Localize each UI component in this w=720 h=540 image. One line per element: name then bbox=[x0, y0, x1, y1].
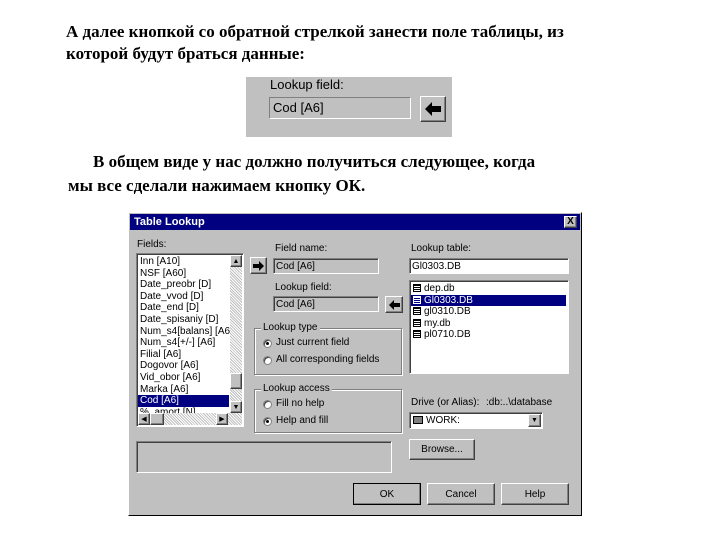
tables-list-item-label: pl0710.DB bbox=[424, 329, 471, 341]
field-name-label: Field name: bbox=[275, 243, 328, 254]
scroll-down-icon: ▼ bbox=[232, 403, 240, 411]
lookup-table-label: Lookup table: bbox=[411, 243, 472, 254]
table-icon bbox=[413, 318, 421, 327]
instruction-line-2: которой будут браться данные: bbox=[66, 44, 305, 63]
tables-list-item-label: dep.db bbox=[424, 283, 455, 294]
drive-alias-path: :db:..\database bbox=[486, 397, 553, 408]
close-icon: X bbox=[567, 216, 574, 227]
scroll-down-button[interactable]: ▼ bbox=[230, 401, 242, 413]
fields-list-item[interactable]: Date_vvod [D] bbox=[138, 291, 229, 303]
lookup-field-label-dialog: Lookup field: bbox=[275, 282, 332, 293]
scroll-left-icon: ◀ bbox=[141, 416, 147, 423]
lookup-field-snippet: Lookup field: Cod [A6] bbox=[246, 77, 452, 137]
fields-hscrollbar[interactable]: ◀ ▶ bbox=[138, 413, 242, 425]
fields-list-item[interactable]: Dogovor [A6] bbox=[138, 360, 229, 372]
lookup-field-arrow-button[interactable] bbox=[420, 96, 446, 122]
drive-icon bbox=[413, 416, 423, 424]
ok-button[interactable]: OK bbox=[353, 483, 421, 505]
fields-list-item[interactable]: Date_preobr [D] bbox=[138, 279, 229, 291]
ok-button-label: OK bbox=[379, 488, 395, 500]
cancel-button[interactable]: Cancel bbox=[427, 483, 495, 505]
tables-list-item-label: gl0310.DB bbox=[424, 306, 471, 318]
radio-just-current-field-label[interactable]: Just current field bbox=[276, 337, 349, 348]
lookup-type-group: Lookup type Just current field All corre… bbox=[254, 322, 402, 375]
fields-list-item[interactable]: Cod [A6] bbox=[138, 395, 229, 407]
left-arrow-icon bbox=[389, 299, 400, 310]
chevron-down-icon: ▼ bbox=[531, 417, 538, 424]
right-arrow-icon bbox=[252, 260, 264, 271]
lookup-access-title: Lookup access bbox=[261, 383, 332, 395]
drive-alias-select[interactable]: WORK: ▼ bbox=[409, 412, 543, 429]
instruction-line-1: А далее кнопкой со обратной стрелкой зан… bbox=[66, 22, 564, 41]
summary-line-1: В общем виде у нас должно получиться сле… bbox=[93, 152, 536, 171]
add-field-button[interactable] bbox=[250, 257, 267, 274]
help-button[interactable]: Help bbox=[501, 483, 569, 505]
table-icon bbox=[413, 284, 421, 292]
dialog-titlebar: Table Lookup X bbox=[130, 214, 580, 230]
left-arrow-icon bbox=[425, 102, 441, 116]
summary-line-2: мы все сделали нажимаем кнопку ОК. bbox=[68, 176, 366, 195]
dialog-title: Table Lookup bbox=[134, 216, 205, 228]
lookup-access-group: Lookup access Fill no help Help and fill bbox=[254, 383, 402, 433]
drive-alias-label: Drive (or Alias): bbox=[411, 397, 480, 408]
table-icon bbox=[413, 295, 421, 304]
table-lookup-dialog: Table Lookup X Fields: Inn [A10] NSF [A60… bbox=[128, 212, 582, 516]
close-button[interactable]: X bbox=[564, 216, 577, 228]
tables-list-item[interactable]: my.db bbox=[411, 318, 566, 330]
lookup-field-input[interactable]: Cod [A6] bbox=[269, 97, 411, 119]
lookup-table-input[interactable]: Gl0303.DB bbox=[409, 258, 569, 274]
tables-list[interactable]: dep.db Gl0303.DB gl0310.DB my.db pl0710.DB bbox=[409, 280, 569, 374]
fields-list-item[interactable]: Num_s4[+/-] [A6] bbox=[138, 337, 229, 349]
fields-list-item[interactable]: Num_s4[balans] [A6] bbox=[138, 326, 233, 338]
fields-list-item[interactable]: Marka [A6] bbox=[138, 384, 229, 396]
radio-help-and-fill[interactable] bbox=[263, 417, 272, 426]
radio-just-current-field[interactable] bbox=[263, 339, 272, 348]
fields-list[interactable]: Inn [A10] NSF [A60] Date_preobr [D] Date_vv… bbox=[136, 253, 244, 427]
radio-fill-no-help[interactable] bbox=[263, 400, 272, 409]
fields-vscrollbar[interactable]: ▲ ▼ bbox=[230, 255, 242, 413]
fields-label: Fields: bbox=[137, 239, 167, 250]
fields-scroll-thumb[interactable] bbox=[230, 373, 242, 389]
browse-button-label: Browse... bbox=[421, 444, 463, 455]
browse-button[interactable]: Browse... bbox=[409, 439, 475, 460]
drive-dropdown-button[interactable]: ▼ bbox=[528, 414, 541, 427]
status-panel bbox=[136, 441, 392, 473]
radio-all-corresponding-fields-label[interactable]: All corresponding fields bbox=[276, 354, 379, 365]
fields-list-item[interactable]: Inn [A10] bbox=[138, 256, 229, 268]
fields-list-item[interactable]: Date_end [D] bbox=[138, 302, 229, 314]
fields-list-item[interactable]: Vid_obor [A6] bbox=[138, 372, 229, 384]
scroll-up-icon: ▲ bbox=[232, 257, 240, 265]
lookup-type-title: Lookup type bbox=[261, 322, 320, 334]
radio-all-corresponding-fields[interactable] bbox=[263, 356, 272, 365]
tables-list-item[interactable]: gl0310.DB bbox=[411, 306, 566, 318]
scroll-up-button[interactable]: ▲ bbox=[230, 255, 242, 267]
lookup-field-input-dialog[interactable]: Cod [A6] bbox=[273, 296, 379, 312]
tables-list-item[interactable]: Gl0303.DB bbox=[411, 294, 566, 307]
tables-list-item-label: Gl0303.DB bbox=[424, 294, 473, 306]
field-name-input[interactable]: Cod [A6] bbox=[273, 258, 379, 274]
scroll-right-icon: ▶ bbox=[219, 416, 225, 423]
remove-lookup-button[interactable] bbox=[385, 296, 403, 313]
table-icon bbox=[413, 330, 421, 339]
scroll-left-button[interactable]: ◀ bbox=[138, 413, 150, 425]
drive-alias-select-value: WORK: bbox=[426, 415, 460, 426]
cancel-button-label: Cancel bbox=[445, 488, 477, 500]
help-button-label: Help bbox=[524, 488, 546, 500]
tables-list-item-label: my.db bbox=[424, 317, 451, 329]
scroll-right-button[interactable]: ▶ bbox=[216, 413, 228, 425]
fields-hscroll-thumb[interactable] bbox=[150, 413, 164, 425]
fields-list-item[interactable]: Date_spisaniy [D] bbox=[138, 314, 229, 326]
lookup-field-label: Lookup field: bbox=[270, 77, 344, 92]
tables-list-item[interactable]: dep.db bbox=[411, 283, 566, 295]
radio-help-and-fill-label[interactable]: Help and fill bbox=[276, 415, 328, 426]
fields-list-item[interactable]: NSF [A60] bbox=[138, 268, 229, 280]
tables-list-item[interactable]: pl0710.DB bbox=[411, 329, 566, 341]
table-icon bbox=[413, 307, 421, 316]
radio-fill-no-help-label[interactable]: Fill no help bbox=[276, 398, 324, 409]
fields-list-item[interactable]: Filial [A6] bbox=[138, 349, 229, 361]
